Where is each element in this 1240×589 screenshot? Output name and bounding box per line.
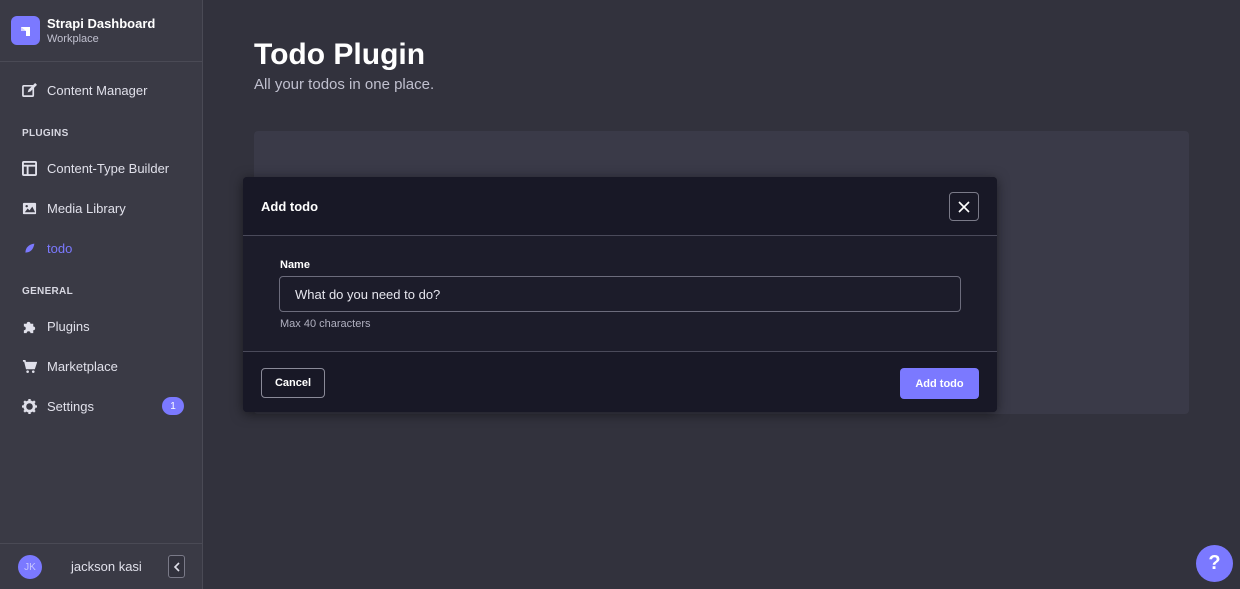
brand-subtitle: Workplace [47, 32, 99, 45]
page-title: Todo Plugin [254, 38, 426, 71]
sidebar-item-label: Settings [47, 398, 94, 414]
sidebar-item-label: Media Library [47, 200, 126, 216]
brand-title: Strapi Dashboard [47, 15, 156, 31]
sidebar-item-label: todo [47, 240, 73, 256]
page-subtitle: All your todos in one place. [254, 76, 435, 93]
gear-icon [21, 398, 37, 414]
puzzle-icon [21, 318, 37, 334]
collapse-sidebar-button[interactable] [168, 555, 185, 578]
name-input[interactable] [279, 276, 961, 312]
sidebar-footer: JK jackson kasi [0, 543, 202, 589]
sidebar-item-label: Content-Type Builder [47, 160, 170, 176]
sidebar-item-marketplace[interactable]: Marketplace [0, 348, 202, 384]
add-todo-modal: Add todo Name Max 40 characters Cancel A… [243, 177, 997, 412]
avatar[interactable]: JK [18, 555, 42, 579]
layout-icon [21, 160, 37, 176]
plugin-icon [21, 240, 37, 256]
close-button[interactable] [949, 192, 979, 221]
modal-title: Add todo [261, 199, 319, 214]
sidebar-item-content-manager[interactable]: Content Manager [0, 72, 202, 108]
name-field-hint: Max 40 characters [280, 318, 371, 330]
modal-header: Add todo [243, 177, 997, 236]
sidebar-item-label: Content Manager [47, 82, 148, 98]
section-label-general: GENERAL [22, 286, 73, 297]
sidebar-item-plugins[interactable]: Plugins [0, 308, 202, 344]
help-button[interactable]: ? [1196, 545, 1233, 582]
user-name[interactable]: jackson kasi [71, 559, 142, 574]
add-todo-button[interactable]: Add todo [900, 368, 979, 399]
name-field-label: Name [280, 259, 310, 271]
close-icon [958, 200, 970, 213]
pen-icon [21, 82, 37, 98]
image-icon [21, 200, 37, 216]
cancel-button[interactable]: Cancel [261, 368, 325, 398]
cart-icon [21, 358, 37, 374]
settings-badge: 1 [162, 397, 184, 415]
strapi-logo-icon [11, 16, 40, 45]
sidebar-item-label: Marketplace [47, 358, 118, 374]
sidebar: Strapi Dashboard Workplace Content Manag… [0, 0, 203, 589]
section-label-plugins: PLUGINS [22, 128, 69, 139]
brand-header: Strapi Dashboard Workplace [0, 0, 202, 62]
sidebar-item-media-library[interactable]: Media Library [0, 190, 202, 226]
sidebar-item-todo[interactable]: todo [0, 230, 202, 266]
sidebar-item-content-type-builder[interactable]: Content-Type Builder [0, 150, 202, 186]
modal-footer: Cancel Add todo [243, 351, 997, 412]
sidebar-item-label: Plugins [47, 318, 90, 334]
chevron-left-icon [173, 561, 180, 572]
